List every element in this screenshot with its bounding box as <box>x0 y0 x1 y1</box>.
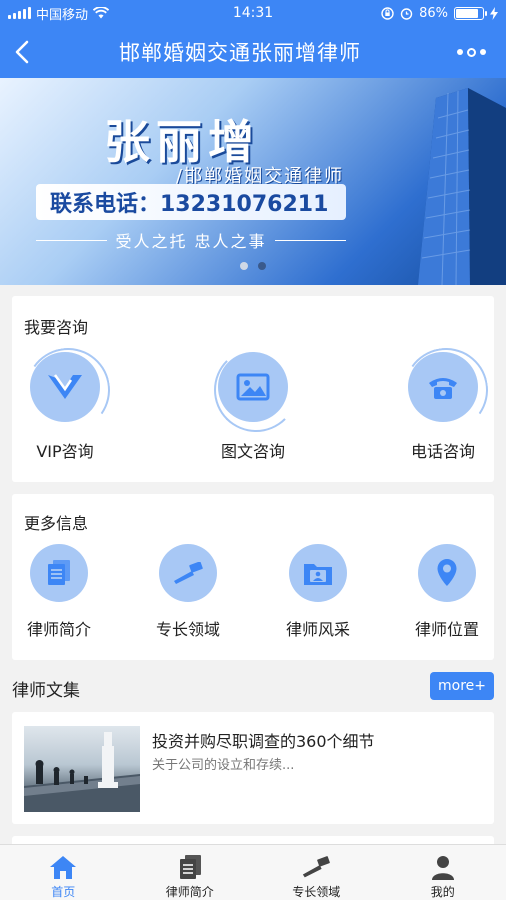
location-icon <box>418 544 476 602</box>
tab-home[interactable]: 首页 <box>0 845 127 900</box>
nav-bar: 邯郸婚姻交通张丽增律师 <box>0 26 506 78</box>
phone-consult-label: 电话咨询 <box>410 442 475 461</box>
tab-mine-label: 我的 <box>430 885 455 899</box>
more-ring-icon <box>466 47 476 57</box>
vip-icon <box>30 352 100 422</box>
article-description: 关于公司的设立和存续... <box>152 758 295 773</box>
tab-expertise[interactable]: 专长领域 <box>253 845 380 900</box>
document-icon <box>30 544 88 602</box>
gavel-icon <box>159 544 217 602</box>
more-info-title: 更多信息 <box>24 514 89 533</box>
more-dot-icon <box>479 49 486 55</box>
more-dot-icon <box>456 49 463 55</box>
article-title: 投资并购尽职调查的360个细节 <box>152 732 375 751</box>
article-thumbnail <box>24 726 140 812</box>
signal-icon <box>8 7 31 19</box>
expertise-label: 专长领域 <box>155 620 220 639</box>
document-icon <box>175 853 205 881</box>
back-button[interactable] <box>0 26 44 78</box>
image-text-consult-label: 图文咨询 <box>220 442 285 461</box>
building-illustration <box>418 88 506 285</box>
more-info-card: 更多信息 律师简介 专长领域 律师风采 律师位置 <box>12 494 494 660</box>
article-item[interactable]: 投资并购尽职调查的360个细节 关于公司的设立和存续... <box>12 712 494 824</box>
lawyer-profile-label: 律师简介 <box>26 620 91 639</box>
articles-title: 律师文集 <box>12 681 80 701</box>
charging-icon <box>490 6 498 20</box>
home-icon <box>48 853 78 881</box>
slogan-divider <box>274 239 346 241</box>
tab-home-label: 首页 <box>51 885 76 899</box>
alarm-icon <box>400 7 413 20</box>
chevron-left-icon <box>15 40 29 64</box>
status-bar: 中国移动 14:31 86% <box>0 0 506 26</box>
folder-photo-icon <box>289 544 347 602</box>
tab-mine[interactable]: 我的 <box>380 845 506 900</box>
bottom-tab-bar: 首页 律师简介 专长领域 我的 <box>0 844 506 900</box>
vip-consult-label: VIP咨询 <box>36 442 94 461</box>
banner-slogan: 受人之托 忠人之事 <box>36 228 346 252</box>
consult-title: 我要咨询 <box>24 318 89 337</box>
more-articles-button[interactable]: more+ <box>430 672 494 700</box>
carousel-dot[interactable] <box>258 262 266 270</box>
carousel-dot[interactable] <box>240 262 248 270</box>
user-icon <box>428 853 458 881</box>
image-icon <box>218 352 288 422</box>
orientation-lock-icon <box>381 6 394 20</box>
carousel-indicator <box>0 262 506 270</box>
articles-header: 律师文集 more+ <box>12 672 494 702</box>
tab-expertise-label: 专长领域 <box>292 885 341 899</box>
consult-card: 我要咨询 VIP咨询 图文咨询 电话咨询 <box>12 296 495 482</box>
carrier-name: 中国移动 <box>36 7 89 23</box>
banner-phone: 联系电话：13231076211 <box>36 184 346 220</box>
status-time: 14:31 <box>232 5 274 21</box>
lawyer-location-label: 律师位置 <box>414 620 479 639</box>
battery-icon <box>454 6 487 20</box>
lawyer-style-label: 律师风采 <box>285 620 350 639</box>
slogan-divider <box>36 239 108 241</box>
more-menu-button[interactable] <box>436 26 506 78</box>
tab-lawyer-profile-label: 律师简介 <box>165 885 214 899</box>
slogan-text: 受人之托 忠人之事 <box>115 232 267 251</box>
wifi-icon <box>93 7 110 19</box>
banner-carousel[interactable]: 张丽增 /邯郸婚姻交通律师 联系电话：13231076211 受人之托 忠人之事 <box>0 78 506 285</box>
tab-lawyer-profile[interactable]: 律师简介 <box>127 845 254 900</box>
phone-icon <box>408 352 478 422</box>
gavel-icon <box>301 853 331 881</box>
battery-percent: 86% <box>419 5 448 21</box>
page-title: 邯郸婚姻交通张丽增律师 <box>119 41 361 65</box>
